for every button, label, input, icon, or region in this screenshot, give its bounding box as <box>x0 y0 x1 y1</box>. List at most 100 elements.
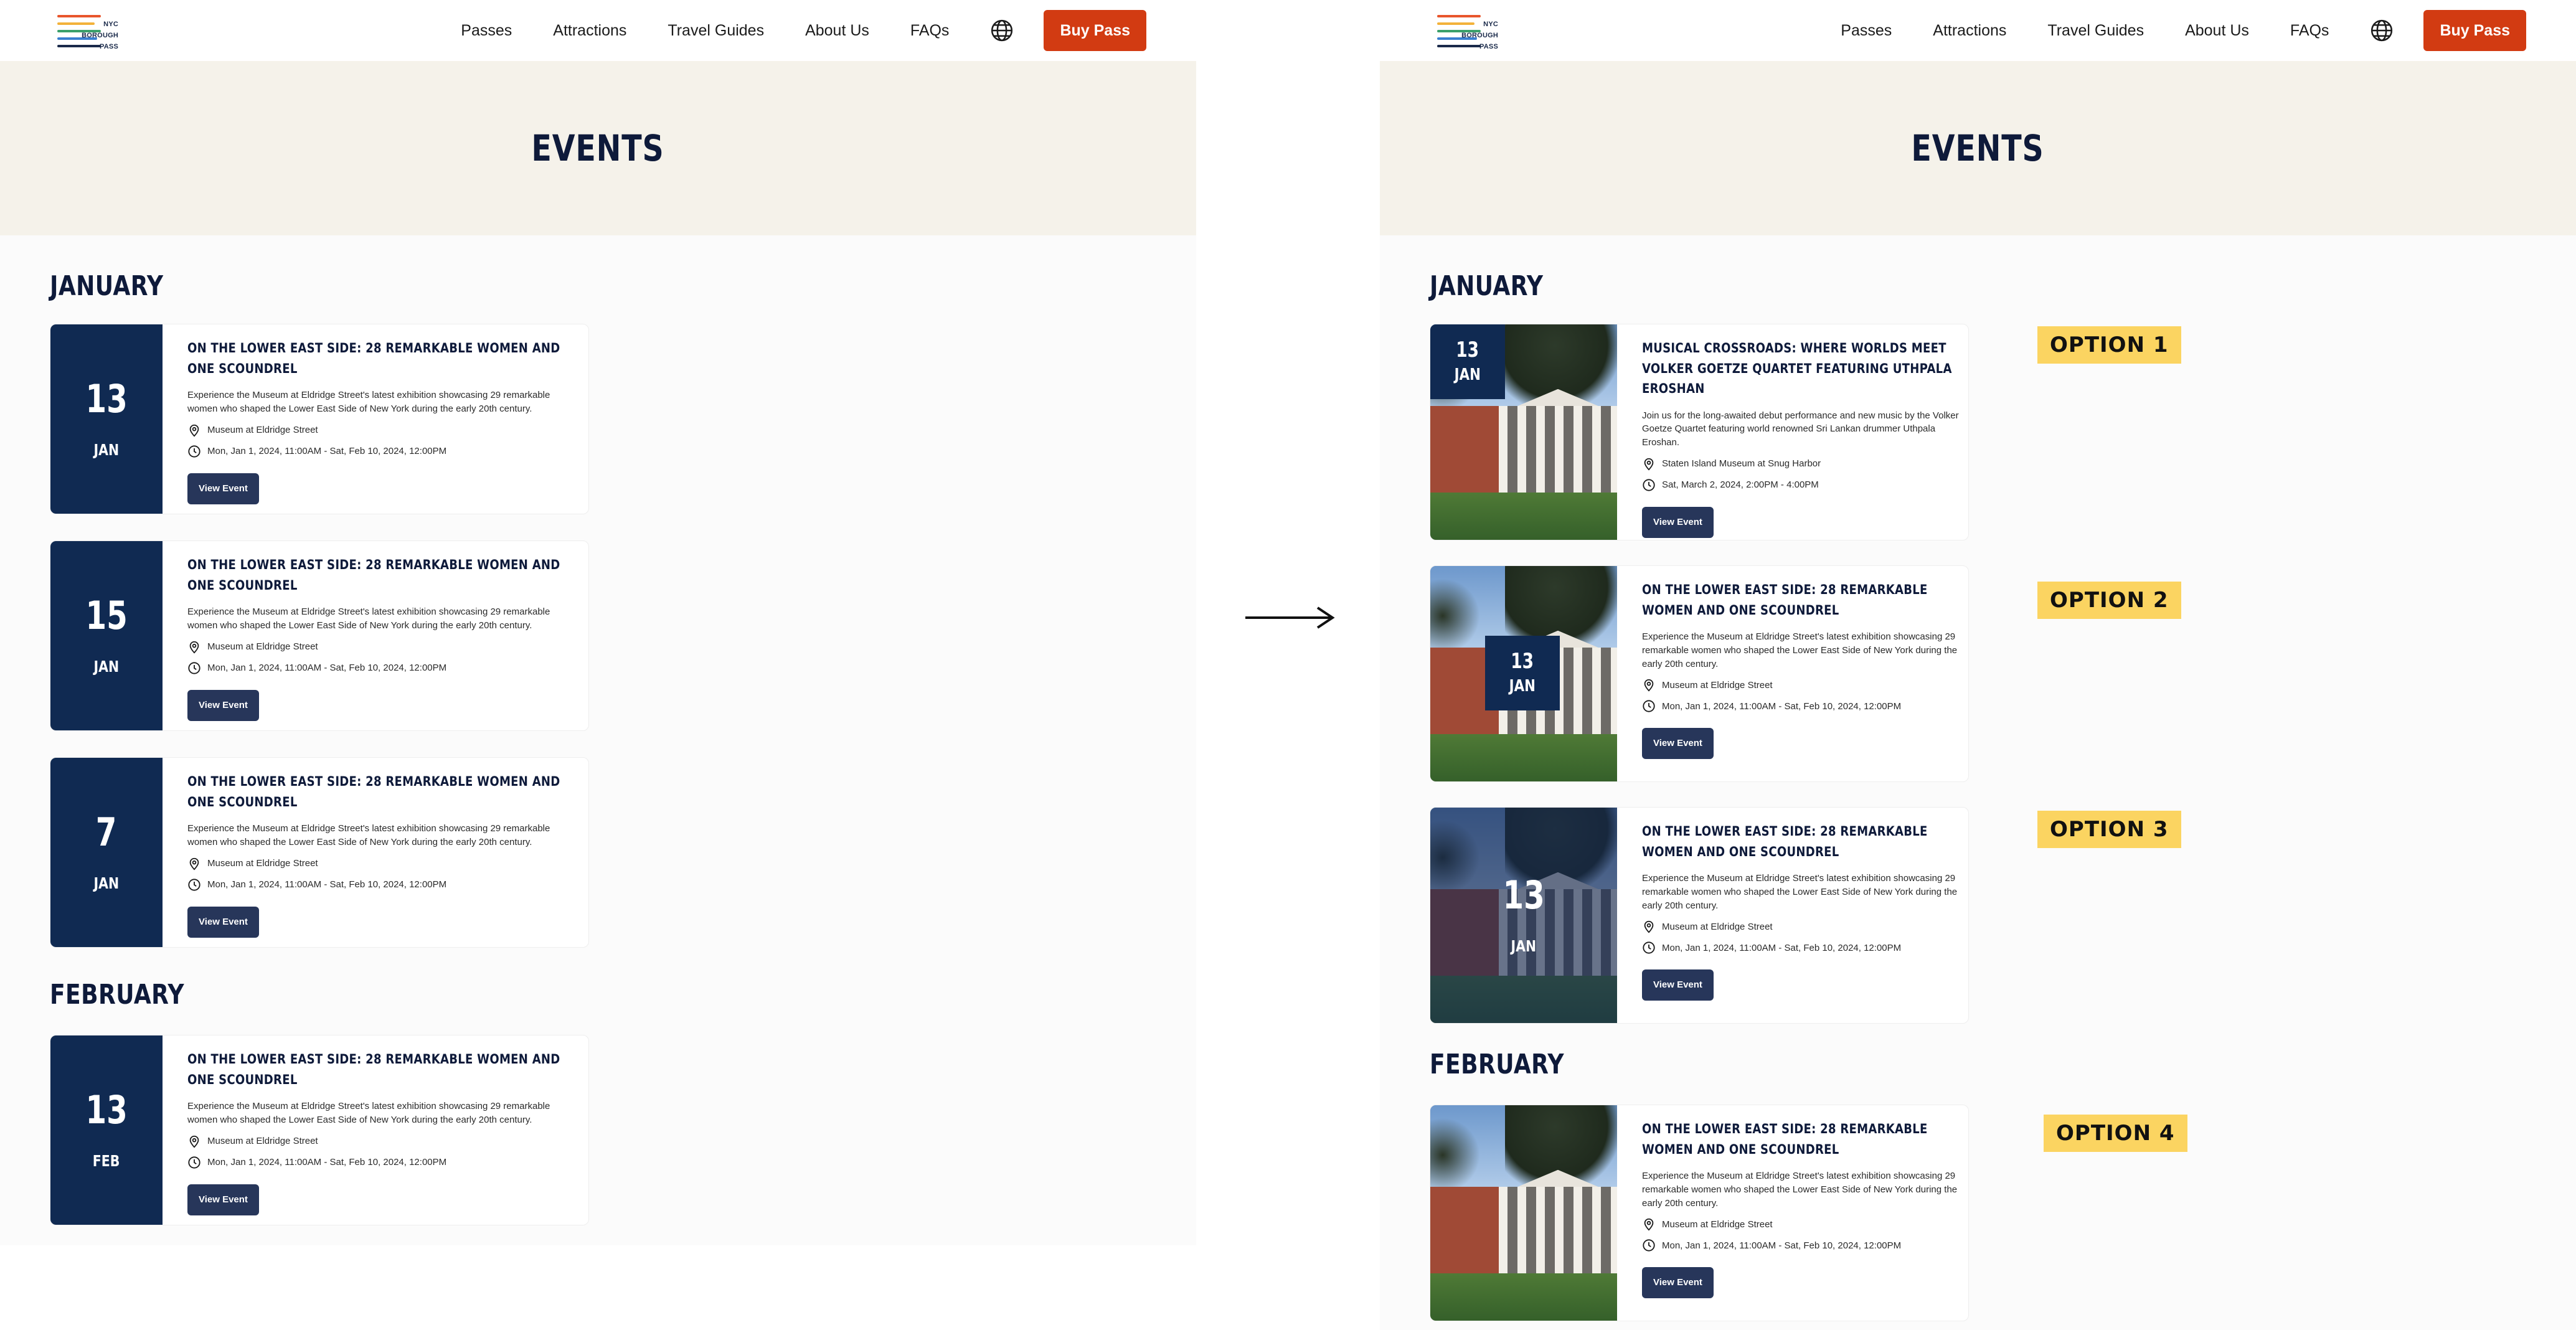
event-month: JAN <box>1509 677 1536 696</box>
event-location: Museum at Eldridge Street <box>1662 921 1773 932</box>
option-1-tag: OPTION 1 <box>2037 326 2181 364</box>
events-hero: EVENTS <box>1380 61 2576 235</box>
month-heading-january: JANUARY <box>1430 270 1544 302</box>
event-time: Sat, March 2, 2024, 2:00PM - 4:00PM <box>1662 479 1819 491</box>
event-day: 13 <box>85 375 128 422</box>
view-event-button[interactable]: View Event <box>187 1184 259 1215</box>
event-location: Staten Island Museum at Snug Harbor <box>1662 458 1821 469</box>
event-card-option-4: ON THE LOWER EAST SIDE: 28 REMARKABLE WO… <box>1430 1105 1969 1321</box>
nyc-borough-pass-logo[interactable]: NYC BOROUGH PASS <box>57 6 120 55</box>
event-date-block: 15 JAN <box>50 541 163 730</box>
event-title[interactable]: ON THE LOWER EAST SIDE: 28 REMARKABLE WO… <box>187 771 578 812</box>
nav-travel-guides[interactable]: Travel Guides <box>2047 22 2144 40</box>
event-card-option-3: 13 JAN ON THE LOWER EAST SIDE: 28 REMARK… <box>1430 807 1969 1024</box>
site-header: NYC BOROUGH PASS Passes Attractions Trav… <box>1380 0 2576 61</box>
month-heading-february: FEBRUARY <box>1430 1048 1564 1080</box>
event-location: Museum at Eldridge Street <box>1662 1219 1773 1230</box>
comparison-canvas: NYC BOROUGH PASS Passes Attractions Trav… <box>0 0 2576 1330</box>
event-title[interactable]: ON THE LOWER EAST SIDE: 28 REMARKABLE WO… <box>187 555 578 595</box>
event-title[interactable]: ON THE LOWER EAST SIDE: 28 REMARKABLE WO… <box>1642 1119 1959 1159</box>
event-month: JAN <box>1454 366 1481 384</box>
event-card-option-2: 13 JAN ON THE LOWER EAST SIDE: 28 REMARK… <box>1430 565 1969 782</box>
events-page-after: NYC BOROUGH PASS Passes Attractions Trav… <box>1380 0 2576 1330</box>
view-event-button[interactable]: View Event <box>187 906 259 938</box>
event-location: Museum at Eldridge Street <box>207 641 318 653</box>
logo-line-2: BOROUGH <box>82 32 118 39</box>
event-title[interactable]: ON THE LOWER EAST SIDE: 28 REMARKABLE WO… <box>1642 580 1959 620</box>
nav-attractions[interactable]: Attractions <box>1933 22 2006 40</box>
nav-faqs[interactable]: FAQs <box>910 22 950 40</box>
event-month: JAN <box>1511 936 1537 955</box>
nav-attractions[interactable]: Attractions <box>553 22 626 40</box>
buy-pass-button[interactable]: Buy Pass <box>2423 10 2526 51</box>
event-description: Experience the Museum at Eldridge Street… <box>1642 631 1958 669</box>
view-event-button[interactable]: View Event <box>1642 506 1714 538</box>
event-time: Mon, Jan 1, 2024, 11:00AM - Sat, Feb 10,… <box>207 1157 447 1168</box>
logo-line-2: BOROUGH <box>1461 32 1498 39</box>
location-pin-icon <box>189 1135 199 1148</box>
view-event-button[interactable]: View Event <box>1642 728 1714 760</box>
event-photo: 13 JAN <box>1430 808 1617 1023</box>
event-card: 13 JAN ON THE LOWER EAST SIDE: 28 REMARK… <box>50 324 589 514</box>
event-title[interactable]: ON THE LOWER EAST SIDE: 28 REMARKABLE WO… <box>187 1049 578 1090</box>
view-event-button[interactable]: View Event <box>187 473 259 504</box>
event-title[interactable]: ON THE LOWER EAST SIDE: 28 REMARKABLE WO… <box>187 338 578 379</box>
nav-about-us[interactable]: About Us <box>805 22 869 40</box>
event-description: Experience the Museum at Eldridge Street… <box>187 390 550 414</box>
option-2-tag: OPTION 2 <box>2037 582 2181 619</box>
event-month: JAN <box>93 874 120 892</box>
events-page-before: NYC BOROUGH PASS Passes Attractions Trav… <box>0 0 1196 1245</box>
clock-icon <box>188 878 201 891</box>
event-photo: 13 JAN <box>1430 566 1617 781</box>
globe-icon[interactable] <box>990 19 1014 42</box>
event-month: JAN <box>93 657 120 676</box>
event-time: Mon, Jan 1, 2024, 11:00AM - Sat, Feb 10,… <box>207 663 447 674</box>
event-day: 13 <box>1456 337 1479 362</box>
location-pin-icon <box>1644 921 1654 933</box>
logo-line-3: PASS <box>100 43 118 50</box>
event-description: Experience the Museum at Eldridge Street… <box>187 1101 550 1125</box>
event-location: Museum at Eldridge Street <box>207 1136 318 1147</box>
month-heading-january: JANUARY <box>50 270 164 302</box>
event-day: 7 <box>96 809 117 855</box>
event-time: Mon, Jan 1, 2024, 11:00AM - Sat, Feb 10,… <box>1662 942 1902 953</box>
event-photo: 13 JAN <box>1430 324 1617 540</box>
event-date-badge: 13 JAN <box>1485 636 1560 710</box>
event-location: Museum at Eldridge Street <box>1662 679 1773 691</box>
event-time: Mon, Jan 1, 2024, 11:00AM - Sat, Feb 10,… <box>207 879 447 890</box>
event-time: Mon, Jan 1, 2024, 11:00AM - Sat, Feb 10,… <box>1662 700 1902 712</box>
nyc-borough-pass-logo[interactable]: NYC BOROUGH PASS <box>1437 6 1499 55</box>
nav-faqs[interactable]: FAQs <box>2290 22 2329 40</box>
event-photo <box>1430 1105 1617 1321</box>
event-title[interactable]: ON THE LOWER EAST SIDE: 28 REMARKABLE WO… <box>1642 821 1959 862</box>
nav-travel-guides[interactable]: Travel Guides <box>668 22 764 40</box>
location-pin-icon <box>1644 679 1654 692</box>
events-hero: EVENTS <box>0 61 1196 235</box>
page-title: EVENTS <box>531 127 665 169</box>
logo-line-1: NYC <box>103 21 118 28</box>
clock-icon <box>1643 941 1655 954</box>
option-4-tag: OPTION 4 <box>2044 1115 2187 1152</box>
main-nav: Passes Attractions Travel Guides About U… <box>461 10 1146 51</box>
page-title: EVENTS <box>1911 127 2045 169</box>
event-description: Experience the Museum at Eldridge Street… <box>187 823 550 847</box>
nav-about-us[interactable]: About Us <box>2185 22 2249 40</box>
view-event-button[interactable]: View Event <box>1642 1267 1714 1299</box>
nav-passes[interactable]: Passes <box>1841 22 1892 40</box>
nav-passes[interactable]: Passes <box>461 22 512 40</box>
clock-icon <box>1643 700 1655 712</box>
logo-line-3: PASS <box>1479 43 1498 50</box>
view-event-button[interactable]: View Event <box>187 689 259 721</box>
event-description: Experience the Museum at Eldridge Street… <box>187 606 550 631</box>
globe-icon[interactable] <box>2370 19 2394 42</box>
events-list: JANUARY 13 JAN MUSICAL CROSSROADS: WHERE… <box>1380 264 2576 1321</box>
event-title[interactable]: MUSICAL CROSSROADS: WHERE WORLDS MEET VO… <box>1642 338 1959 399</box>
event-time: Mon, Jan 1, 2024, 11:00AM - Sat, Feb 10,… <box>1662 1240 1902 1251</box>
location-pin-icon <box>189 424 199 437</box>
event-card-option-1: 13 JAN MUSICAL CROSSROADS: WHERE WORLDS … <box>1430 324 1969 540</box>
event-description: Join us for the long-awaited debut perfo… <box>1642 410 1959 448</box>
event-date-block: 7 JAN <box>50 758 163 947</box>
view-event-button[interactable]: View Event <box>1642 969 1714 1001</box>
location-pin-icon <box>1644 1219 1654 1231</box>
buy-pass-button[interactable]: Buy Pass <box>1044 10 1146 51</box>
